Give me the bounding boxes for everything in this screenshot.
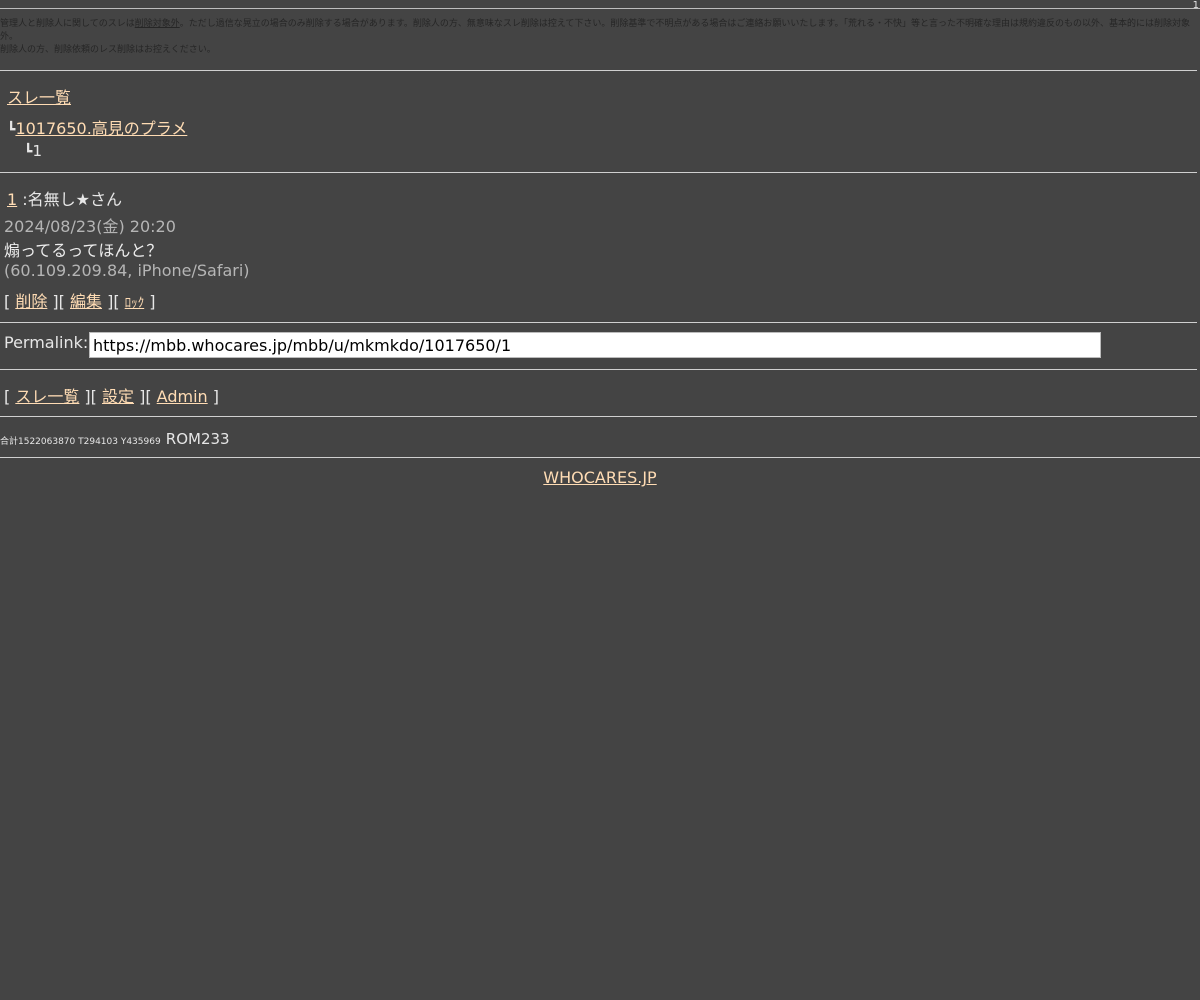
footer-divider — [0, 457, 1200, 458]
top-rule — [0, 8, 1200, 9]
post-body: 煽ってるってほんと？ — [4, 241, 163, 260]
stats-counts: 合計1522063870 T294103 Y435969 — [0, 437, 161, 447]
settings-link[interactable]: 設定 — [102, 387, 134, 406]
permalink-label: Permalink: — [4, 333, 89, 352]
rules-notice: 管理人と削除人に関してのスレは削除対象外。ただし過信な晃立の場合のみ削除する場合… — [0, 18, 1200, 57]
bottom-thread-list-link[interactable]: スレ一覧 — [15, 387, 79, 406]
permalink-input[interactable] — [89, 332, 1101, 358]
stats-rom: ROM233 — [165, 430, 230, 448]
bottom-nav: [ スレ一覧 ][ 設定 ][ Admin ] — [4, 387, 219, 406]
divider — [0, 369, 1197, 370]
stats: 合計1522063870 T294103 Y435969 ROM233 — [0, 429, 230, 448]
post-header: 1 :名無し★さん — [7, 186, 122, 210]
divider — [0, 322, 1197, 323]
lock-link[interactable]: ﾛｯｸ — [125, 296, 145, 311]
notice-text-line2: 削除人の方、削除依頼のレス削除はお控えください。 — [0, 45, 216, 55]
divider — [0, 172, 1197, 173]
breadcrumb-thread-list-link[interactable]: スレ一覧 — [7, 88, 71, 107]
top-marker: 1 — [1192, 0, 1199, 11]
breadcrumb-thread: ┗1017650.高見のプラメ — [7, 115, 187, 139]
notice-link-exempt[interactable]: 削除対象外 — [135, 19, 180, 29]
divider — [0, 70, 1197, 71]
post-actions: [ 削除 ][ 編集 ][ ﾛｯｸ ] — [4, 292, 156, 311]
breadcrumb-post-number: 1 — [32, 142, 42, 160]
divider — [0, 416, 1197, 417]
delete-link[interactable]: 削除 — [15, 292, 47, 311]
breadcrumb-root: スレ一覧 — [7, 84, 71, 108]
site-home-link[interactable]: WHOCARES.JP — [543, 468, 656, 487]
post-date: 2024/08/23(金) 20:20 — [4, 217, 176, 236]
notice-text: 管理人と削除人に関してのスレは — [0, 19, 135, 29]
edit-link[interactable]: 編集 — [70, 292, 102, 311]
footer: WHOCARES.JP — [0, 468, 1200, 487]
permalink-row: Permalink: — [4, 332, 1101, 358]
post-author-name: :名無し★さん — [17, 190, 123, 209]
breadcrumb-thread-link[interactable]: 1017650.高見のプラメ — [15, 119, 187, 138]
post-number-link[interactable]: 1 — [7, 190, 17, 209]
admin-link[interactable]: Admin — [157, 387, 208, 406]
post-ip-info: (60.109.209.84, iPhone/Safari) — [4, 261, 250, 280]
breadcrumb-post: ┗1 — [24, 142, 42, 160]
